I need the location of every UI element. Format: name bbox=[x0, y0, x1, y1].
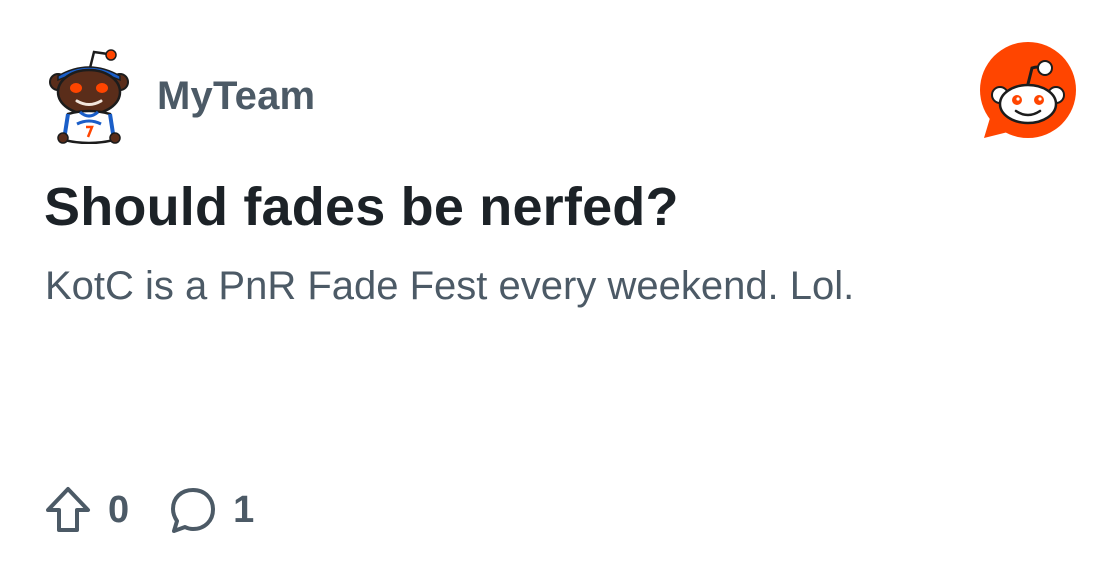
post-title[interactable]: Should fades be nerfed? bbox=[44, 177, 679, 237]
upvote-arrow-icon bbox=[44, 484, 92, 536]
comment-count: 1 bbox=[233, 488, 255, 531]
community-name[interactable]: MyTeam bbox=[157, 74, 315, 119]
reddit-logo-icon bbox=[980, 42, 1076, 138]
comment-bubble-icon bbox=[169, 484, 217, 536]
post-body: KotC is a PnR Fade Fest every weekend. L… bbox=[45, 264, 855, 308]
vote-count: 0 bbox=[108, 488, 130, 531]
community-avatar[interactable] bbox=[44, 44, 134, 144]
reddit-logo bbox=[978, 40, 1078, 144]
post-actions: 0 1 bbox=[44, 484, 254, 536]
snoo-avatar-icon bbox=[49, 49, 129, 144]
post-header: MyTeam bbox=[44, 44, 315, 144]
upvote-button[interactable]: 0 bbox=[44, 484, 129, 536]
comments-button[interactable]: 1 bbox=[169, 484, 254, 536]
